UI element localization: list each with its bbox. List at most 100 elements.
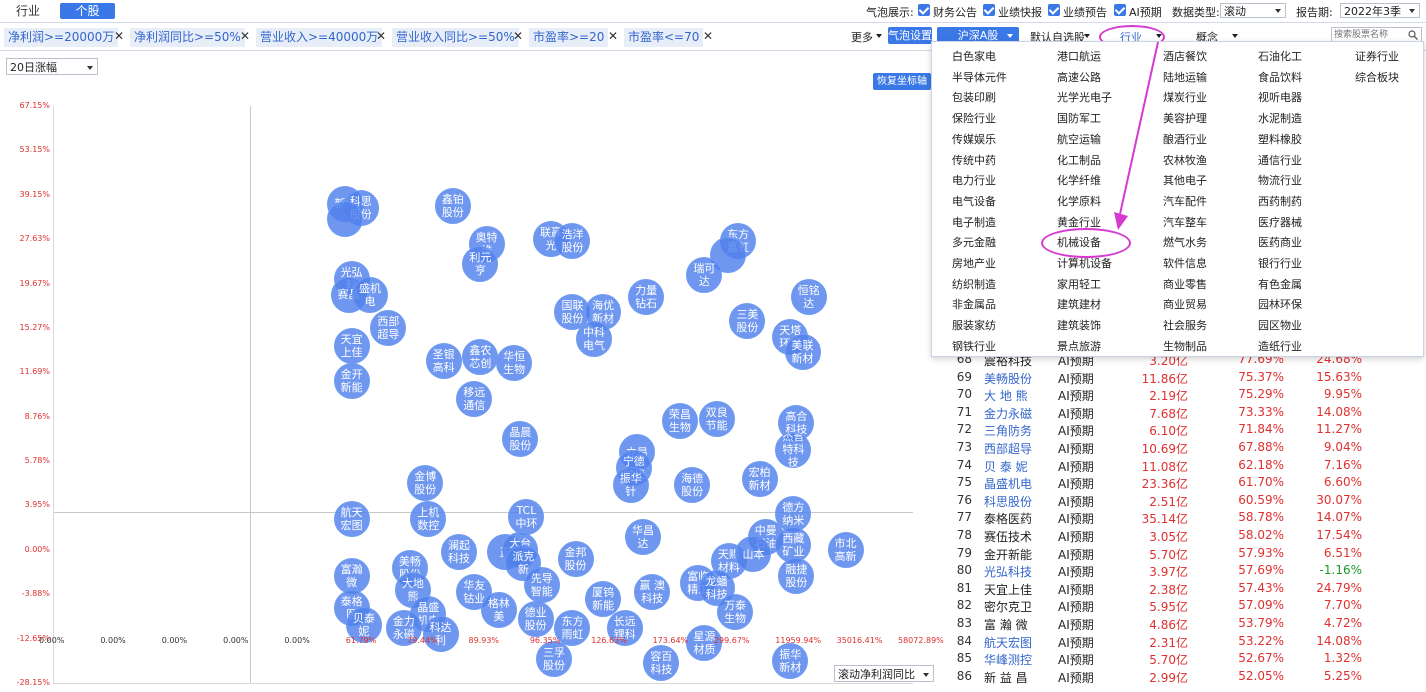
stock-bubble[interactable]: TCL中环 [508, 498, 545, 535]
industry-option[interactable]: 电气设备 [952, 193, 996, 209]
industry-option[interactable]: 多元金融 [952, 234, 996, 250]
industry-option[interactable]: 纺织制造 [952, 276, 996, 292]
stock-name[interactable]: 美畅股份 [984, 370, 1032, 387]
industry-option[interactable]: 传统中药 [952, 152, 996, 168]
stock-bubble[interactable]: 金开新能 [333, 363, 370, 400]
x-axis-select[interactable]: 滚动净利润同比 [834, 665, 934, 682]
table-row[interactable]: 82 密尔克卫 AI预期 5.95亿 57.09% 7.70% [948, 596, 1426, 614]
stock-name[interactable]: 大 地 熊 [984, 387, 1028, 404]
data-type-select[interactable]: 滚动 [1220, 3, 1286, 18]
industry-option[interactable]: 社会服务 [1163, 317, 1207, 333]
industry-option[interactable]: 其他电子 [1163, 172, 1207, 188]
plot-area[interactable]: 新华科思股份鑫铂股份奥特维利元亨联赢光浩洋股份东方嘉虹瑞可达光弘科赛晶盛机电力量… [53, 106, 913, 684]
close-icon[interactable]: ✕ [608, 29, 618, 43]
stock-name[interactable]: 西部超导 [984, 440, 1032, 457]
industry-option[interactable]: 燃气水务 [1163, 234, 1207, 250]
stock-bubble[interactable]: 天宜上佳 [333, 327, 370, 364]
stock-bubble[interactable]: 先导智能 [523, 567, 560, 604]
industry-option[interactable]: 陆地运输 [1163, 69, 1207, 85]
industry-option[interactable]: 白色家电 [952, 48, 996, 64]
stock-bubble[interactable]: 晶晨股份 [502, 420, 539, 457]
tab-stock[interactable]: 个股 [60, 3, 115, 19]
industry-option[interactable]: 电力行业 [952, 172, 996, 188]
industry-option[interactable]: 水泥制造 [1258, 110, 1302, 126]
close-icon[interactable]: ✕ [240, 29, 250, 43]
industry-option[interactable]: 景点旅游 [1057, 338, 1101, 354]
stock-name[interactable]: 三角防务 [984, 422, 1032, 439]
close-icon[interactable]: ✕ [376, 29, 386, 43]
stock-bubble[interactable]: 华恒生物 [496, 345, 533, 382]
industry-option[interactable]: 钢铁行业 [952, 338, 996, 354]
table-row[interactable]: 83 富 瀚 微 AI预期 4.86亿 53.79% 4.72% [948, 614, 1426, 632]
industry-option[interactable]: 医疗器械 [1258, 214, 1302, 230]
industry-option[interactable]: 生物制品 [1163, 338, 1207, 354]
industry-option[interactable]: 家用轻工 [1057, 276, 1101, 292]
stock-name[interactable]: 密尔克卫 [984, 598, 1032, 615]
industry-option[interactable]: 化学纤维 [1057, 172, 1101, 188]
stock-bubble[interactable]: 容百科技 [643, 645, 680, 682]
industry-option[interactable]: 石油化工 [1258, 48, 1302, 64]
stock-bubble[interactable]: 振华新材 [772, 642, 809, 679]
stock-name[interactable]: 华峰测控 [984, 651, 1032, 668]
industry-option[interactable]: 服装家纺 [952, 317, 996, 333]
stock-name[interactable]: 泰格医药 [984, 510, 1032, 527]
more-button[interactable]: 更多 [851, 29, 873, 45]
table-row[interactable]: 73 西部超导 AI预期 10.69亿 67.88% 9.04% [948, 438, 1426, 456]
table-row[interactable]: 79 金开新能 AI预期 5.70亿 57.93% 6.51% [948, 544, 1426, 562]
stock-bubble[interactable]: 圣银高科 [425, 343, 462, 380]
close-icon[interactable]: ✕ [703, 29, 713, 43]
stock-name[interactable]: 赛伍技术 [984, 528, 1032, 545]
industry-option[interactable]: 园林环保 [1258, 296, 1302, 312]
industry-option[interactable]: 综合板块 [1355, 69, 1399, 85]
stock-bubble[interactable]: 恒铭达 [790, 278, 827, 315]
stock-bubble[interactable]: 华昌达 [625, 518, 662, 555]
stock-bubble[interactable]: 三美股份 [729, 303, 766, 340]
stock-bubble[interactable]: 中科电气 [575, 321, 612, 358]
stock-name[interactable]: 新 益 昌 [984, 669, 1028, 686]
report-period-select[interactable]: 2022年3季 [1340, 3, 1420, 18]
stock-bubble[interactable]: 力量钻石 [628, 278, 665, 315]
checkbox-earnings-flash[interactable] [983, 4, 995, 16]
industry-option[interactable]: 电子制造 [952, 214, 996, 230]
table-row[interactable]: 86 新 益 昌 AI预期 2.99亿 52.05% 5.25% [948, 667, 1426, 685]
stock-bubble[interactable]: 利元亨 [462, 245, 499, 282]
industry-option[interactable]: 食品饮料 [1258, 69, 1302, 85]
stock-bubble[interactable] [327, 201, 364, 238]
industry-option[interactable]: 塑料橡胶 [1258, 131, 1302, 147]
table-row[interactable]: 81 天宜上佳 AI预期 2.38亿 57.43% 24.79% [948, 579, 1426, 597]
table-row[interactable]: 77 泰格医药 AI预期 35.14亿 58.78% 14.07% [948, 508, 1426, 526]
stock-name[interactable]: 金力永磁 [984, 405, 1032, 422]
stock-name[interactable]: 科思股份 [984, 493, 1032, 510]
industry-option[interactable]: 汽车配件 [1163, 193, 1207, 209]
stock-bubble[interactable]: 鑫农芯创 [462, 338, 499, 375]
stock-bubble[interactable]: 移远通信 [456, 380, 493, 417]
restore-axis-button[interactable]: 恢复坐标轴 [873, 73, 931, 90]
stock-bubble[interactable]: 航天宏图 [333, 500, 370, 537]
industry-option[interactable]: 农林牧渔 [1163, 152, 1207, 168]
table-row[interactable]: 76 科思股份 AI预期 2.51亿 60.59% 30.07% [948, 491, 1426, 509]
stock-bubble[interactable]: 盛机电 [351, 276, 388, 313]
stock-bubble[interactable]: 瑞可达 [686, 256, 723, 293]
stock-name[interactable]: 天宜上佳 [984, 581, 1032, 598]
industry-option[interactable]: 西药制药 [1258, 193, 1302, 209]
industry-option[interactable]: 造纸行业 [1258, 338, 1302, 354]
stock-bubble[interactable]: 双良节能 [698, 400, 735, 437]
table-row[interactable]: 72 三角防务 AI预期 6.10亿 71.84% 11.27% [948, 420, 1426, 438]
stock-bubble[interactable]: 上机数控 [410, 500, 447, 537]
stock-name[interactable]: 光弘科技 [984, 563, 1032, 580]
industry-option[interactable]: 港口航运 [1057, 48, 1101, 64]
industry-option[interactable]: 商业贸易 [1163, 296, 1207, 312]
stock-bubble[interactable]: 振华针 [612, 467, 649, 504]
industry-option[interactable]: 通信行业 [1258, 152, 1302, 168]
industry-option[interactable]: 包装印刷 [952, 89, 996, 105]
table-row[interactable]: 78 赛伍技术 AI预期 3.05亿 58.02% 17.54% [948, 526, 1426, 544]
industry-option[interactable]: 视听电器 [1258, 89, 1302, 105]
industry-option[interactable]: 商业零售 [1163, 276, 1207, 292]
table-row[interactable]: 71 金力永磁 AI预期 7.68亿 73.33% 14.08% [948, 403, 1426, 421]
industry-option[interactable]: 半导体元件 [952, 69, 1007, 85]
stock-bubble[interactable]: 澜起科技 [440, 534, 477, 571]
checkbox-financial-report[interactable] [918, 4, 930, 16]
table-row[interactable]: 84 航天宏图 AI预期 2.31亿 53.22% 14.08% [948, 632, 1426, 650]
table-row[interactable]: 85 华峰测控 AI预期 5.70亿 52.67% 1.32% [948, 649, 1426, 667]
table-row[interactable]: 69 美畅股份 AI预期 11.86亿 75.37% 15.63% [948, 368, 1426, 386]
